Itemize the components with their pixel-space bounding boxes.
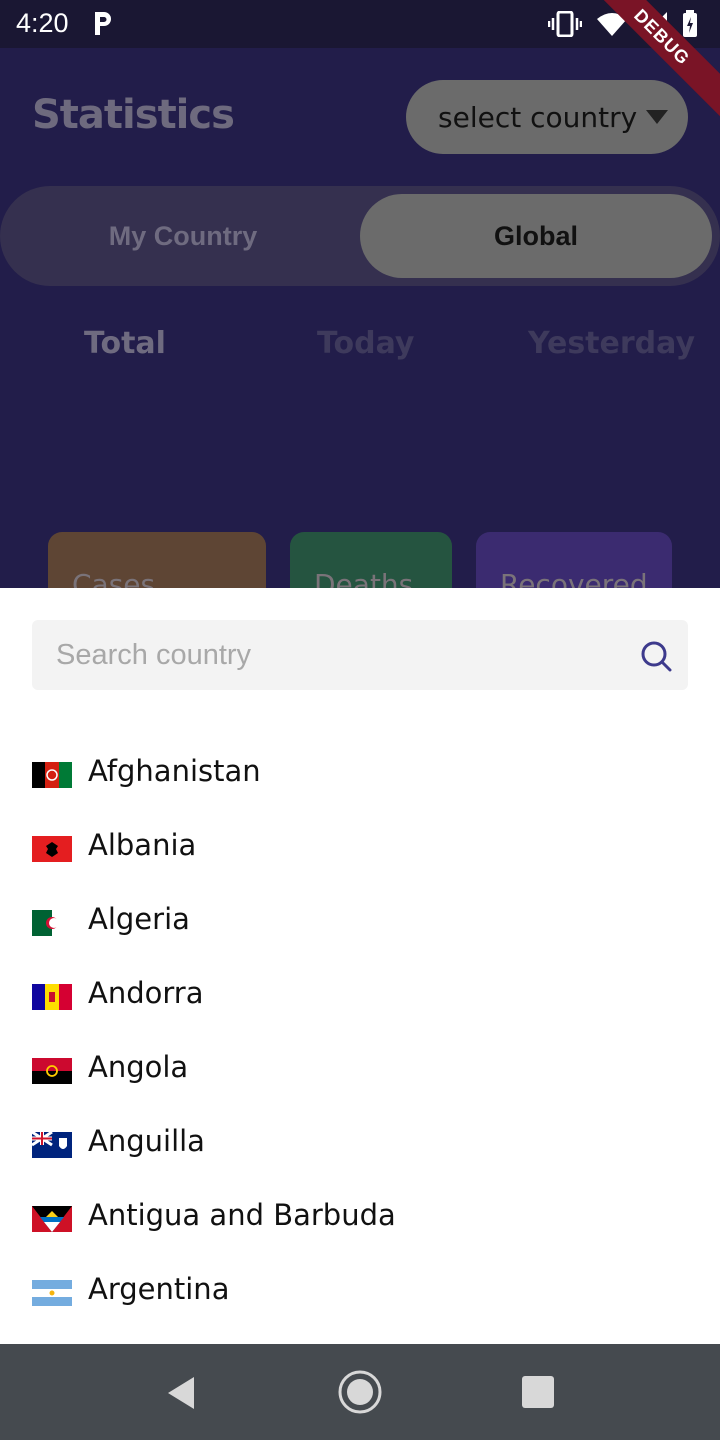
toggle-global[interactable]: Global: [360, 194, 712, 278]
country-name: Antigua and Barbuda: [88, 1198, 396, 1232]
back-icon[interactable]: [166, 1376, 196, 1410]
algeria-flag-icon: [32, 910, 72, 936]
toggle-my-country[interactable]: My Country: [0, 186, 366, 286]
recents-icon[interactable]: [522, 1376, 554, 1408]
angola-flag-icon: [32, 1058, 72, 1084]
parking-notification-icon: [95, 12, 111, 35]
argentina-flag-icon: [32, 1280, 72, 1306]
country-item-antigua-and-barbuda[interactable]: Antigua and Barbuda: [0, 1182, 720, 1256]
country-item-algeria[interactable]: Algeria: [0, 886, 720, 960]
search-input[interactable]: [56, 620, 616, 690]
country-item-albania[interactable]: Albania: [0, 812, 720, 886]
afghanistan-flag-icon: [32, 762, 72, 788]
home-icon[interactable]: [338, 1370, 382, 1414]
search-box: [32, 620, 688, 690]
antigua-flag-icon: [32, 1206, 72, 1232]
vibrate-icon: [548, 11, 582, 37]
country-item-anguilla[interactable]: Anguilla: [0, 1108, 720, 1182]
select-country-label: select country: [438, 100, 638, 134]
tab-yesterday[interactable]: Yesterday: [528, 326, 695, 361]
select-country-button[interactable]: select country: [406, 80, 688, 154]
country-name: Algeria: [88, 902, 190, 936]
caret-down-icon: [646, 110, 668, 124]
scope-toggle: My Country Global: [0, 186, 720, 286]
country-item-afghanistan[interactable]: Afghanistan: [0, 738, 720, 812]
country-name: Albania: [88, 828, 197, 862]
country-name: Angola: [88, 1050, 189, 1084]
country-name: Anguilla: [88, 1124, 205, 1158]
battery-icon: [683, 10, 697, 37]
system-nav-bar: [0, 1344, 720, 1440]
andorra-flag-icon: [32, 984, 72, 1010]
search-icon[interactable]: [640, 640, 672, 672]
anguilla-flag-icon: [32, 1132, 72, 1158]
tab-total[interactable]: Total: [84, 326, 166, 361]
tab-today[interactable]: Today: [317, 326, 414, 361]
country-item-andorra[interactable]: Andorra: [0, 960, 720, 1034]
country-picker-sheet: Afghanistan Albania Algeria Andorra: [0, 588, 720, 1344]
page-title: Statistics: [32, 92, 235, 138]
country-name: Afghanistan: [88, 754, 261, 788]
country-name: Argentina: [88, 1272, 230, 1306]
status-time: 4:20: [16, 8, 69, 38]
country-item-angola[interactable]: Angola: [0, 1034, 720, 1108]
country-item-argentina[interactable]: Argentina: [0, 1256, 720, 1330]
albania-flag-icon: [32, 836, 72, 862]
country-name: Andorra: [88, 976, 204, 1010]
